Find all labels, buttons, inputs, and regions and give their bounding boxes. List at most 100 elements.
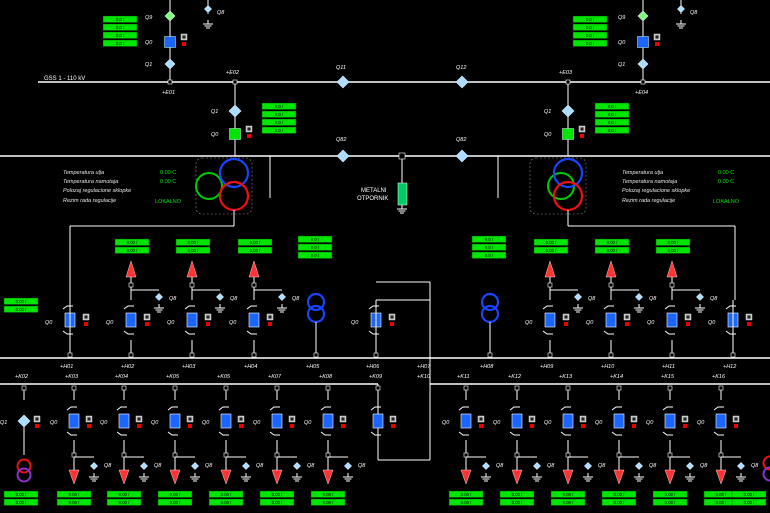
power-transformer-right[interactable]: Temperatura ulja Temperatura namotaja Polo… [529, 157, 740, 215]
truck-arm-top [664, 305, 675, 310]
bus-disconnector-icon[interactable] [561, 104, 575, 118]
earth-switch-icon[interactable] [204, 5, 212, 13]
bus-coupler-isolator-icon[interactable] [455, 149, 469, 163]
withdrawable-breaker-icon[interactable] [611, 406, 625, 436]
earth-switch-icon[interactable] [686, 462, 694, 470]
status-chip-core [581, 417, 585, 421]
q0-label: Q0 [697, 420, 705, 426]
truck-arm-top [66, 406, 77, 411]
withdrawable-breaker-icon[interactable] [662, 406, 676, 436]
q8-label: Q8 [230, 296, 238, 302]
truck-arm-bottom [320, 431, 331, 436]
withdrawable-breaker-icon[interactable] [370, 406, 384, 436]
withdrawable-breaker-icon[interactable] [123, 305, 137, 335]
q1-label: Q1 [544, 109, 551, 115]
earth-switch-icon[interactable] [293, 462, 301, 470]
withdrawable-breaker-icon[interactable] [542, 305, 556, 335]
withdrawable-breaker-icon[interactable] [509, 406, 523, 436]
withdrawable-breaker-icon[interactable] [458, 406, 472, 436]
breaker-body [666, 312, 678, 328]
bus-disconnector-icon[interactable] [228, 104, 242, 118]
power-transformer-left[interactable]: Temperatura ulja Temperatura namotaja Polo… [63, 157, 253, 215]
q8-label: Q8 [358, 463, 366, 469]
earth-switch-icon[interactable] [191, 462, 199, 470]
earth-switch-icon[interactable] [482, 462, 490, 470]
q0-label: Q0 [253, 420, 261, 426]
measurement-value: 0.00 / [668, 248, 680, 253]
withdrawable-breaker-icon[interactable] [66, 406, 80, 436]
earth-switch-icon[interactable] [90, 462, 98, 470]
line-earth-switch-icon[interactable] [637, 10, 649, 22]
bay-label: +H08 [480, 364, 494, 370]
withdrawable-breaker-icon[interactable] [167, 406, 181, 436]
transformer-bay-E03: +E03 Q1 Q0 0.0 / 0.0 / 0.0 / 0.0 / [544, 70, 630, 156]
status-chip-core [683, 417, 687, 421]
truck-arm-bottom [458, 431, 469, 436]
earth-switch-icon[interactable] [140, 462, 148, 470]
earth-switch-icon[interactable] [242, 462, 250, 470]
q8-label: Q8 [751, 463, 759, 469]
earth-switch-icon[interactable] [584, 462, 592, 470]
withdrawable-breaker-icon[interactable] [62, 305, 76, 335]
circuit-breaker-icon[interactable] [229, 128, 241, 140]
q0-label: Q0 [525, 320, 533, 326]
status-indicator [204, 313, 212, 326]
withdrawable-breaker-icon[interactable] [184, 305, 198, 335]
earth-switch-icon[interactable] [635, 462, 643, 470]
isolator-label-q11: Q11 [336, 65, 346, 71]
line-earth-switch-icon[interactable] [164, 10, 176, 22]
withdrawable-breaker-icon[interactable] [664, 305, 678, 335]
measurement-value: 0.0 / [586, 33, 595, 38]
measurement-value: 0.0 / [275, 112, 284, 117]
withdrawable-breaker-icon[interactable] [713, 406, 727, 436]
earth-icon [343, 473, 353, 482]
earth-switch-icon[interactable] [155, 293, 163, 301]
withdrawable-breaker-icon[interactable] [218, 406, 232, 436]
earth-switch-icon[interactable] [533, 462, 541, 470]
withdrawable-breaker-icon[interactable] [368, 305, 382, 335]
withdrawable-breaker-icon[interactable] [269, 406, 283, 436]
withdrawable-breaker-icon[interactable] [116, 406, 130, 436]
earth-switch-icon[interactable] [574, 293, 582, 301]
earth-switch-icon[interactable] [344, 462, 352, 470]
measurement-value: 0.0 / [608, 128, 617, 133]
q0-label: Q0 [595, 420, 603, 426]
q0-label: Q0 [211, 132, 219, 138]
truck-arm-top [246, 305, 257, 310]
withdrawable-breaker-icon[interactable] [246, 305, 260, 335]
earth-icon [190, 473, 200, 482]
bus-coupler-isolator-icon[interactable] [336, 149, 350, 163]
earth-switch-icon[interactable] [278, 293, 286, 301]
bay-label: +K08 [319, 374, 333, 380]
bus-node [487, 352, 493, 358]
bus-disconnector-icon[interactable] [637, 58, 649, 70]
circuit-breaker-icon[interactable] [637, 36, 649, 48]
status-indicator [288, 415, 296, 428]
bus-disconnector-icon[interactable] [164, 58, 176, 70]
earth-switch-icon[interactable] [677, 5, 685, 13]
truck-arm-top [458, 406, 469, 411]
truck-arm-bottom [123, 330, 134, 335]
withdrawable-breaker-icon[interactable] [560, 406, 574, 436]
withdrawable-breaker-icon[interactable] [725, 305, 739, 335]
circuit-breaker-icon[interactable] [562, 128, 574, 140]
bus-coupler-isolator-icon[interactable] [455, 75, 469, 89]
withdrawable-breaker-icon[interactable] [603, 305, 617, 335]
measurement-value: 0.00 / [607, 240, 619, 245]
truck-arm-top [611, 406, 622, 411]
measurement-value: 0.00 / [665, 492, 677, 497]
earth-switch-icon[interactable] [737, 462, 745, 470]
status-indicator [681, 415, 689, 428]
bay-label: +H01 [60, 364, 73, 370]
earth-switch-icon[interactable] [696, 293, 704, 301]
circuit-breaker-icon[interactable] [164, 36, 176, 48]
measurement-value: 0.00 / [188, 248, 200, 253]
measurement-value: 0.00 / [272, 492, 284, 497]
earth-switch-icon[interactable] [635, 293, 643, 301]
earth-switch-icon[interactable] [216, 293, 224, 301]
q8-label: Q8 [649, 296, 657, 302]
bus-coupler-isolator-icon[interactable] [336, 75, 350, 89]
withdrawable-breaker-icon[interactable] [320, 406, 334, 436]
bus-node [608, 352, 614, 358]
disconnector-icon[interactable] [17, 414, 31, 428]
